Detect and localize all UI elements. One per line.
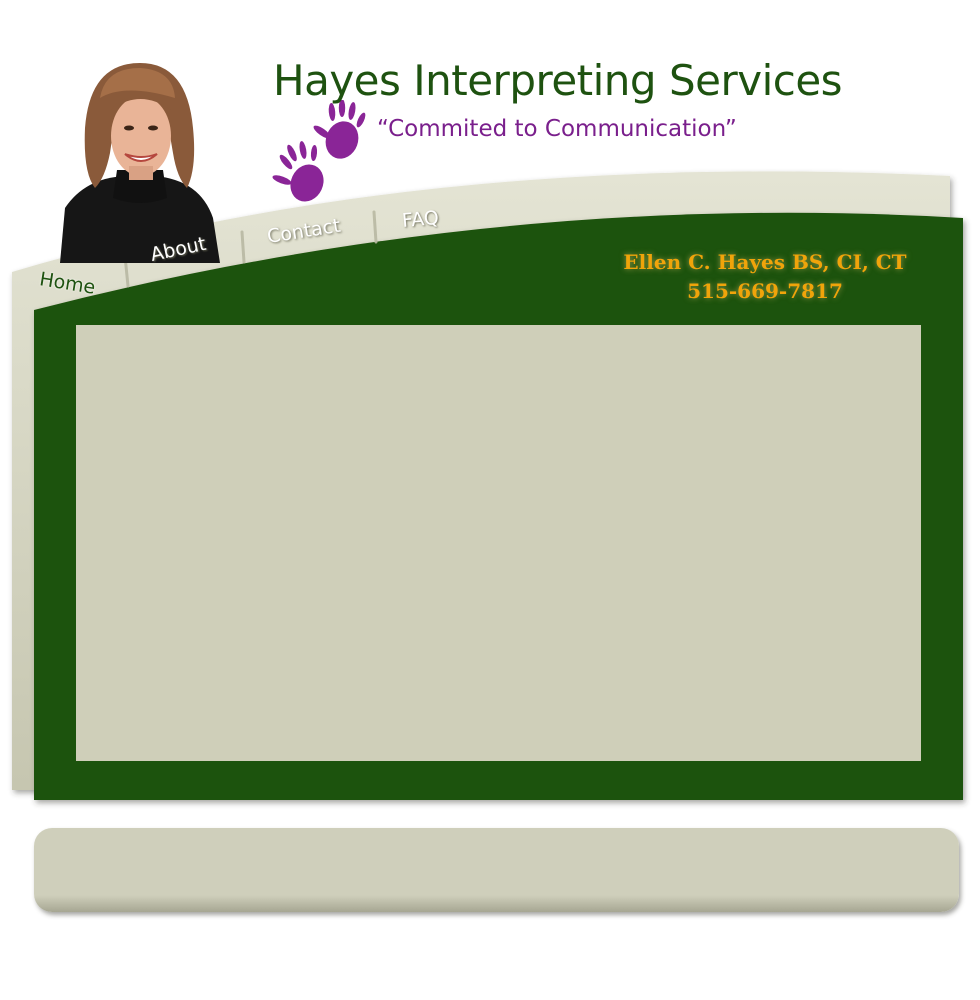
contact-info: Ellen C. Hayes BS, CI, CT 515-669-7817 [600, 248, 930, 306]
main-content-panel [76, 325, 921, 761]
nav-faq-link[interactable]: FAQ [401, 207, 440, 232]
footer-bar [34, 828, 959, 912]
site-title: Hayes Interpreting Services [273, 56, 843, 105]
nav-separator [372, 210, 378, 244]
contact-phone: 515-669-7817 [687, 279, 843, 303]
nav-separator [240, 230, 246, 264]
contact-name: Ellen C. Hayes BS, CI, CT [623, 250, 907, 274]
handprints-icon [272, 100, 366, 202]
portrait-photo [60, 63, 220, 263]
site-tagline: “Commited to Communication” [377, 116, 737, 142]
